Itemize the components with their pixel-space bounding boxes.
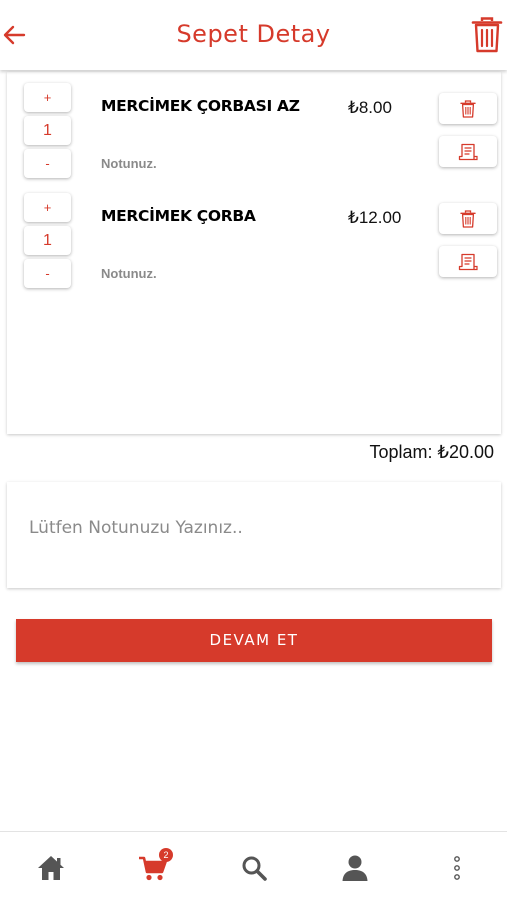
add-note-button[interactable] (439, 136, 497, 167)
item-price: ₺8.00 (348, 98, 392, 117)
quantity-value: 1 (24, 116, 71, 145)
trash-icon (460, 209, 476, 228)
nav-cart[interactable]: 2 (135, 848, 173, 886)
remove-item-button[interactable] (439, 93, 497, 124)
clear-cart-button[interactable] (471, 16, 503, 54)
remove-item-button[interactable] (439, 203, 497, 234)
item-price: ₺12.00 (348, 208, 402, 227)
item-note-link[interactable]: Notunuz. (101, 156, 157, 171)
add-note-button[interactable] (439, 246, 497, 277)
item-note-link[interactable]: Notunuz. (101, 266, 157, 281)
search-icon (242, 856, 267, 881)
nav-search[interactable] (236, 850, 272, 886)
home-icon (38, 856, 64, 880)
quantity-value: 1 (24, 226, 71, 255)
increase-quantity-button[interactable]: + (24, 83, 71, 112)
nav-home[interactable] (33, 850, 69, 886)
page-title: Sepet Detay (176, 20, 331, 48)
trash-icon (471, 17, 503, 53)
more-vertical-icon (454, 856, 460, 880)
cart-total: Toplam: ₺20.00 (369, 442, 494, 462)
item-name: MERCİMEK ÇORBA (101, 207, 256, 225)
nav-profile[interactable] (337, 850, 373, 886)
header: Sepet Detay (0, 0, 507, 70)
cart-count-badge: 2 (159, 848, 173, 862)
order-note-input[interactable] (29, 516, 479, 540)
bottom-nav: 2 (0, 831, 507, 900)
continue-button[interactable]: DEVAM ET (16, 619, 492, 662)
cart-item: + 1 - MERCİMEK ÇORBA ₺12.00 Notunuz. (7, 190, 501, 300)
increase-quantity-button[interactable]: + (24, 193, 71, 222)
note-icon (458, 143, 478, 160)
nav-more[interactable] (439, 850, 475, 886)
trash-icon (460, 99, 476, 118)
cart-item: + 1 - MERCİMEK ÇORBASI AZ ₺8.00 Notunuz. (7, 80, 501, 190)
item-name: MERCİMEK ÇORBASI AZ (101, 97, 300, 115)
decrease-quantity-button[interactable]: - (24, 259, 71, 288)
user-icon (342, 855, 368, 881)
note-icon (458, 253, 478, 270)
order-note-card (7, 482, 501, 588)
decrease-quantity-button[interactable]: - (24, 149, 71, 178)
cart-items-card: + 1 - MERCİMEK ÇORBASI AZ ₺8.00 Notunuz.… (7, 72, 501, 434)
